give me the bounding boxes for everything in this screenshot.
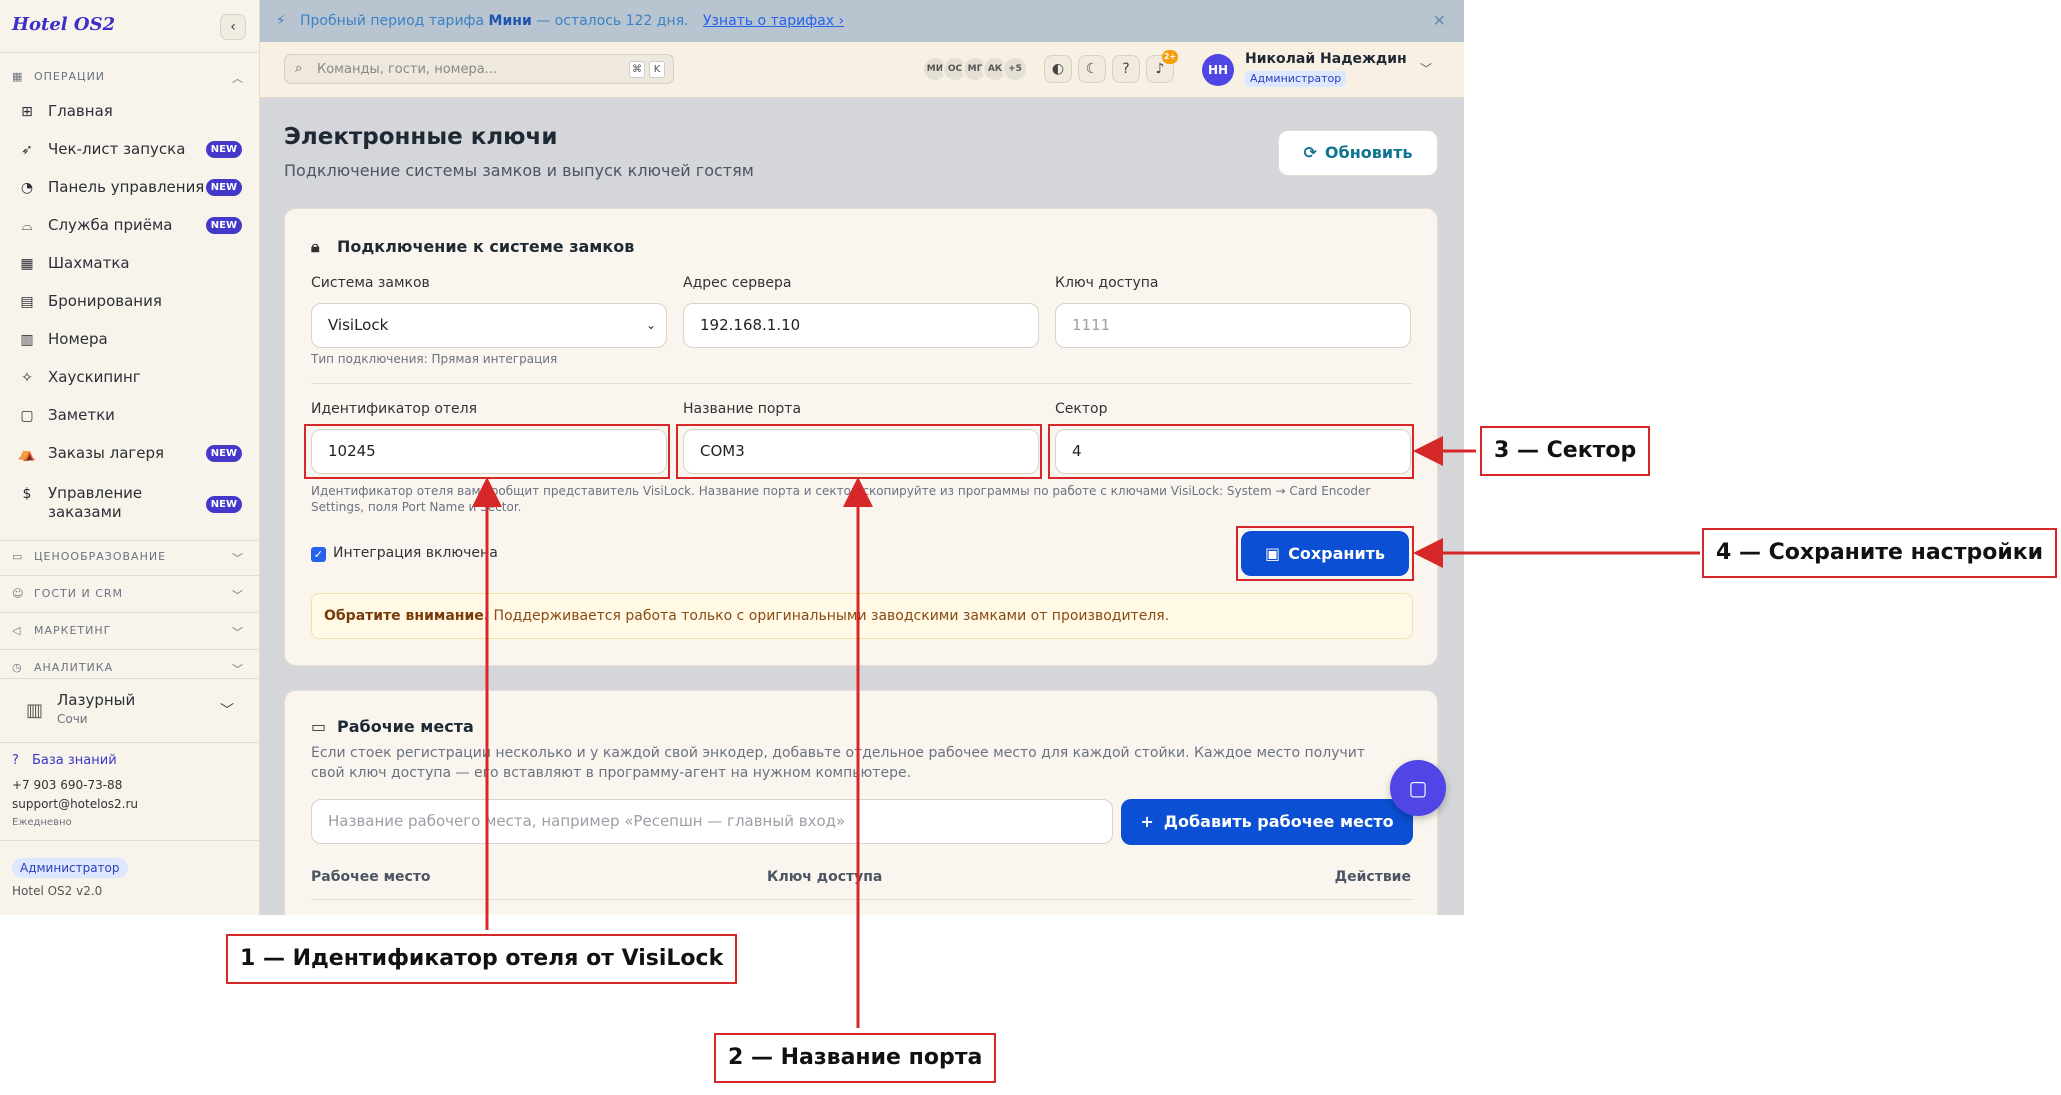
screenshot-stage: Hotel OS2 ‹ ▦ ОПЕРАЦИИ ︿ ⊞ Главная ➶ Чек-ли… bbox=[0, 0, 2061, 1095]
callout-1: 1 — Идентификатор отеля от VisiLock bbox=[226, 934, 738, 984]
callout-2: 2 — Название порта bbox=[714, 1033, 997, 1083]
callout-4: 4 — Сохраните настройки bbox=[1702, 528, 2058, 578]
callout-3: 3 — Сектор bbox=[1480, 426, 1651, 476]
